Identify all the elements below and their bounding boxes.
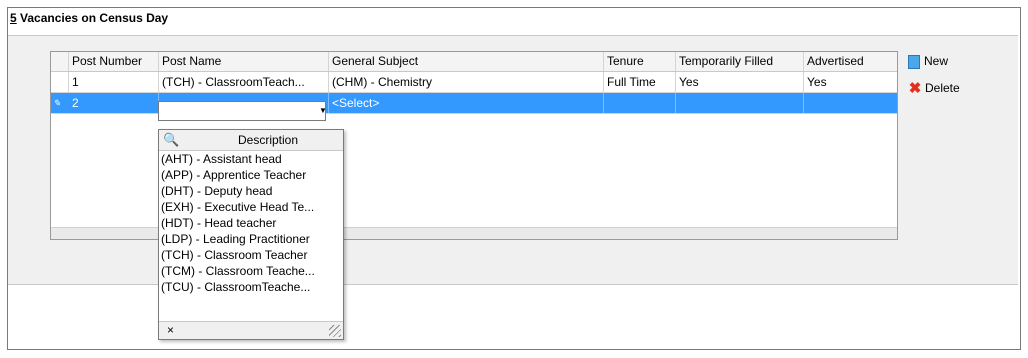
section-number: 5: [10, 11, 17, 25]
cell-advertised[interactable]: [804, 93, 897, 113]
col-tenure[interactable]: Tenure: [604, 52, 676, 71]
cell-tenure[interactable]: [604, 93, 676, 113]
close-icon[interactable]: ×: [167, 322, 174, 339]
dropdown-option[interactable]: (EXH) - Executive Head Te...: [161, 199, 341, 215]
col-advertised[interactable]: Advertised: [804, 52, 897, 71]
cell-general-subject[interactable]: (CHM) - Chemistry: [329, 72, 604, 92]
new-button[interactable]: New: [908, 53, 948, 69]
cell-temporarily-filled[interactable]: [676, 93, 804, 113]
cell-post-number[interactable]: 2: [69, 93, 159, 113]
dropdown-header: 🔍 Description: [159, 130, 343, 151]
dropdown-option[interactable]: (TCH) - Classroom Teacher: [161, 247, 341, 263]
cell-post-number[interactable]: 1: [69, 72, 159, 92]
new-document-icon: [908, 54, 920, 69]
delete-x-icon: ✖: [908, 79, 922, 97]
new-button-label: New: [924, 54, 949, 68]
dropdown-footer: ×: [159, 321, 343, 339]
col-general-subject[interactable]: General Subject: [329, 52, 604, 71]
post-name-combobox[interactable]: [158, 101, 326, 121]
row-indicator: [51, 72, 69, 92]
edit-pencil-icon: ✎: [53, 98, 61, 108]
row-indicator-header: [51, 52, 69, 71]
dropdown-option[interactable]: (TCM) - Classroom Teache...: [161, 263, 341, 279]
dropdown-option[interactable]: (LDP) - Leading Practitioner: [161, 231, 341, 247]
col-temporarily-filled[interactable]: Temporarily Filled: [676, 52, 804, 71]
cell-temporarily-filled[interactable]: Yes: [676, 72, 804, 92]
dropdown-option[interactable]: (DHT) - Deputy head: [161, 183, 341, 199]
dropdown-option[interactable]: (TCU) - ClassroomTeache...: [161, 279, 341, 295]
cell-advertised[interactable]: Yes: [804, 72, 897, 92]
section-title-text: Vacancies on Census Day: [20, 11, 169, 25]
post-name-dropdown: 🔍 Description (AHT) - Assistant head (AP…: [158, 129, 344, 340]
col-post-number[interactable]: Post Number: [69, 52, 159, 71]
delete-button[interactable]: ✖ Delete: [908, 80, 960, 96]
dropdown-option[interactable]: (HDT) - Head teacher: [161, 215, 341, 231]
delete-button-label: Delete: [925, 81, 960, 95]
grid-header-row: Post Number Post Name General Subject Te…: [51, 52, 897, 72]
cell-post-name[interactable]: (TCH) - ClassroomTeach...: [159, 72, 329, 92]
cell-general-subject-select[interactable]: <Select>: [329, 93, 604, 113]
dropdown-option[interactable]: (APP) - Apprentice Teacher: [161, 167, 341, 183]
resize-grip-icon[interactable]: [329, 325, 341, 337]
dropdown-option[interactable]: (AHT) - Assistant head: [161, 151, 341, 167]
dropdown-column-header: Description: [237, 133, 299, 147]
table-row[interactable]: 1 (TCH) - ClassroomTeach... (CHM) - Chem…: [51, 72, 897, 93]
dropdown-arrow-icon[interactable]: ▼: [319, 102, 327, 120]
col-post-name[interactable]: Post Name: [159, 52, 329, 71]
section-title: 5 Vacancies on Census Day: [10, 11, 168, 25]
cell-tenure[interactable]: Full Time: [604, 72, 676, 92]
